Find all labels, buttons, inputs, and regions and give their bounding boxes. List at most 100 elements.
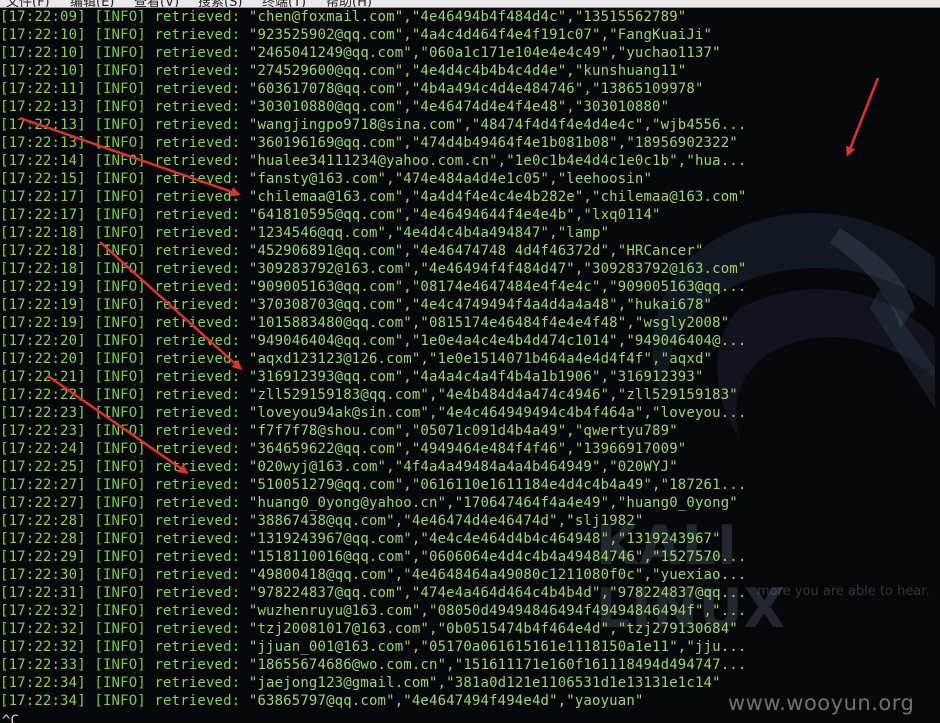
log-data: "huang0_0yong@yahoo.cn","170647464f4a4e4…	[248, 495, 738, 511]
log-time: [17:22:13]	[0, 135, 86, 151]
log-data: "38867438@qq.com","4e46474d4e46474d","sl…	[248, 513, 644, 529]
log-action: retrieved:	[154, 99, 241, 115]
menu-bar: 文件(F) 编辑(E) 查看(V) 搜索(S) 终端(T) 帮助(H)	[0, 0, 940, 8]
log-action: retrieved:	[154, 639, 241, 655]
log-line: [17:22:22] [INFO] retrieved: "zll5291591…	[0, 386, 746, 404]
log-line: [17:22:10] [INFO] retrieved: "274529600@…	[0, 62, 746, 80]
log-data: "jjuan_001@163.com","05170a061615161e111…	[248, 639, 747, 655]
log-level: [INFO]	[94, 567, 146, 583]
log-time: [17:22:22]	[0, 387, 86, 403]
log-level: [INFO]	[94, 387, 146, 403]
log-data: "63865797@qq.com","4e4647494f494e4d","ya…	[248, 693, 644, 709]
log-line: [17:22:18] [INFO] retrieved: "1234546@qq…	[0, 224, 746, 242]
menu-search[interactable]: 搜索(S)	[198, 0, 242, 7]
log-action: retrieved:	[154, 225, 241, 241]
log-line: [17:22:18] [INFO] retrieved: "309283792@…	[0, 260, 746, 278]
log-level: [INFO]	[94, 117, 146, 133]
log-level: [INFO]	[94, 657, 146, 673]
log-level: [INFO]	[94, 531, 146, 547]
log-time: [17:22:24]	[0, 441, 86, 457]
log-level: [INFO]	[94, 225, 146, 241]
log-data: "303010880@qq.com","4e46474d4e4f4e48","3…	[248, 99, 670, 115]
log-time: [17:22:28]	[0, 531, 86, 547]
log-data: "020wyj@163.com","4f4a4a49484a4a4b464949…	[248, 459, 678, 475]
log-data: "510051279@qq.com","0616110e1611184e4d4c…	[248, 477, 747, 493]
log-time: [17:22:17]	[0, 207, 86, 223]
log-line: [17:22:28] [INFO] retrieved: "1319243967…	[0, 530, 746, 548]
log-time: [17:22:19]	[0, 279, 86, 295]
log-level: [INFO]	[94, 495, 146, 511]
log-time: [17:22:33]	[0, 657, 86, 673]
log-time: [17:22:20]	[0, 333, 86, 349]
log-data: "hualee34111234@yahoo.com.cn","1e0c1b4e4…	[248, 153, 747, 169]
log-data: "923525902@qq.com","4a4c4d464f4e4f191c07…	[248, 27, 713, 43]
log-line: [17:22:17] [INFO] retrieved: "chilemaa@1…	[0, 188, 746, 206]
log-time: [17:22:32]	[0, 639, 86, 655]
log-time: [17:22:28]	[0, 513, 86, 529]
log-line: [17:22:23] [INFO] retrieved: "loveyou94a…	[0, 404, 746, 422]
log-action: retrieved:	[154, 405, 241, 421]
log-action: retrieved:	[154, 549, 241, 565]
menu-help[interactable]: 帮助(H)	[326, 0, 372, 7]
log-level: [INFO]	[94, 135, 146, 151]
log-data: "loveyou94ak@sin.com","4e4c464949494c4b4…	[248, 405, 747, 421]
log-level: [INFO]	[94, 549, 146, 565]
log-time: [17:22:11]	[0, 81, 86, 97]
log-action: retrieved:	[154, 603, 241, 619]
log-line: [17:22:21] [INFO] retrieved: "316912393@…	[0, 368, 746, 386]
log-time: [17:22:18]	[0, 261, 86, 277]
log-data: "370308703@qq.com","4e4c4749494f4a4d4a4a…	[248, 297, 713, 313]
log-data: "1015883480@qq.com","0815174e46484f4e4e4…	[248, 315, 730, 331]
log-time: [17:22:23]	[0, 423, 86, 439]
log-action: retrieved:	[154, 333, 241, 349]
log-level: [INFO]	[94, 45, 146, 61]
log-line: [17:22:20] [INFO] retrieved: "aqxd123123…	[0, 350, 746, 368]
log-action: retrieved:	[154, 243, 241, 259]
log-action: retrieved:	[154, 477, 241, 493]
log-data: "2465041249@qq.com","060a1c171e104e4e4c4…	[248, 45, 721, 61]
log-time: [17:22:10]	[0, 63, 86, 79]
log-time: [17:22:13]	[0, 99, 86, 115]
log-line: [17:22:10] [INFO] retrieved: "923525902@…	[0, 26, 746, 44]
log-data: "18655674686@wo.com.cn","151611171e160f1…	[248, 657, 747, 673]
log-level: [INFO]	[94, 369, 146, 385]
log-data: "chilemaa@163.com","4a4d4f4e4c4e4b282e",…	[248, 189, 747, 205]
log-level: [INFO]	[94, 315, 146, 331]
log-action: retrieved:	[154, 495, 241, 511]
log-line: [17:22:11] [INFO] retrieved: "603617078@…	[0, 80, 746, 98]
menu-terminal[interactable]: 终端(T)	[262, 0, 306, 7]
log-action: retrieved:	[154, 459, 241, 475]
log-time: [17:22:19]	[0, 315, 86, 331]
log-time: [17:22:19]	[0, 297, 86, 313]
log-action: retrieved:	[154, 693, 241, 709]
log-line: [17:22:28] [INFO] retrieved: "38867438@q…	[0, 512, 746, 530]
log-line: [17:22:18] [INFO] retrieved: "452906891@…	[0, 242, 746, 260]
log-level: [INFO]	[94, 603, 146, 619]
log-time: [17:22:20]	[0, 351, 86, 367]
log-action: retrieved:	[154, 153, 241, 169]
log-time: [17:22:14]	[0, 153, 86, 169]
log-action: retrieved:	[154, 207, 241, 223]
log-line: [17:22:33] [INFO] retrieved: "1865567468…	[0, 656, 746, 674]
menu-view[interactable]: 查看(V)	[134, 0, 179, 7]
log-action: retrieved:	[154, 441, 241, 457]
log-action: retrieved:	[154, 423, 241, 439]
log-level: [INFO]	[94, 441, 146, 457]
log-data: "aqxd123123@126.com","1e0e1514071b464a4e…	[248, 351, 713, 367]
log-action: retrieved:	[154, 117, 241, 133]
terminal-window[interactable]: KALI LINUX more you are able to hear. [1…	[0, 8, 940, 723]
menu-edit[interactable]: 编辑(E)	[70, 0, 114, 7]
log-line: [17:22:32] [INFO] retrieved: "jjuan_001@…	[0, 638, 746, 656]
log-action: retrieved:	[154, 297, 241, 313]
terminal-prompt[interactable]: ^C	[2, 713, 19, 723]
log-level: [INFO]	[94, 405, 146, 421]
log-action: retrieved:	[154, 657, 241, 673]
log-level: [INFO]	[94, 693, 146, 709]
log-data: "603617078@qq.com","4b4a494c4d4e484746",…	[248, 81, 704, 97]
log-line: [17:22:19] [INFO] retrieved: "370308703@…	[0, 296, 746, 314]
log-action: retrieved:	[154, 315, 241, 331]
menu-file[interactable]: 文件(F)	[6, 0, 50, 7]
log-line: [17:22:34] [INFO] retrieved: "63865797@q…	[0, 692, 746, 710]
log-line: [17:22:13] [INFO] retrieved: "303010880@…	[0, 98, 746, 116]
log-line: [17:22:25] [INFO] retrieved: "020wyj@163…	[0, 458, 746, 476]
